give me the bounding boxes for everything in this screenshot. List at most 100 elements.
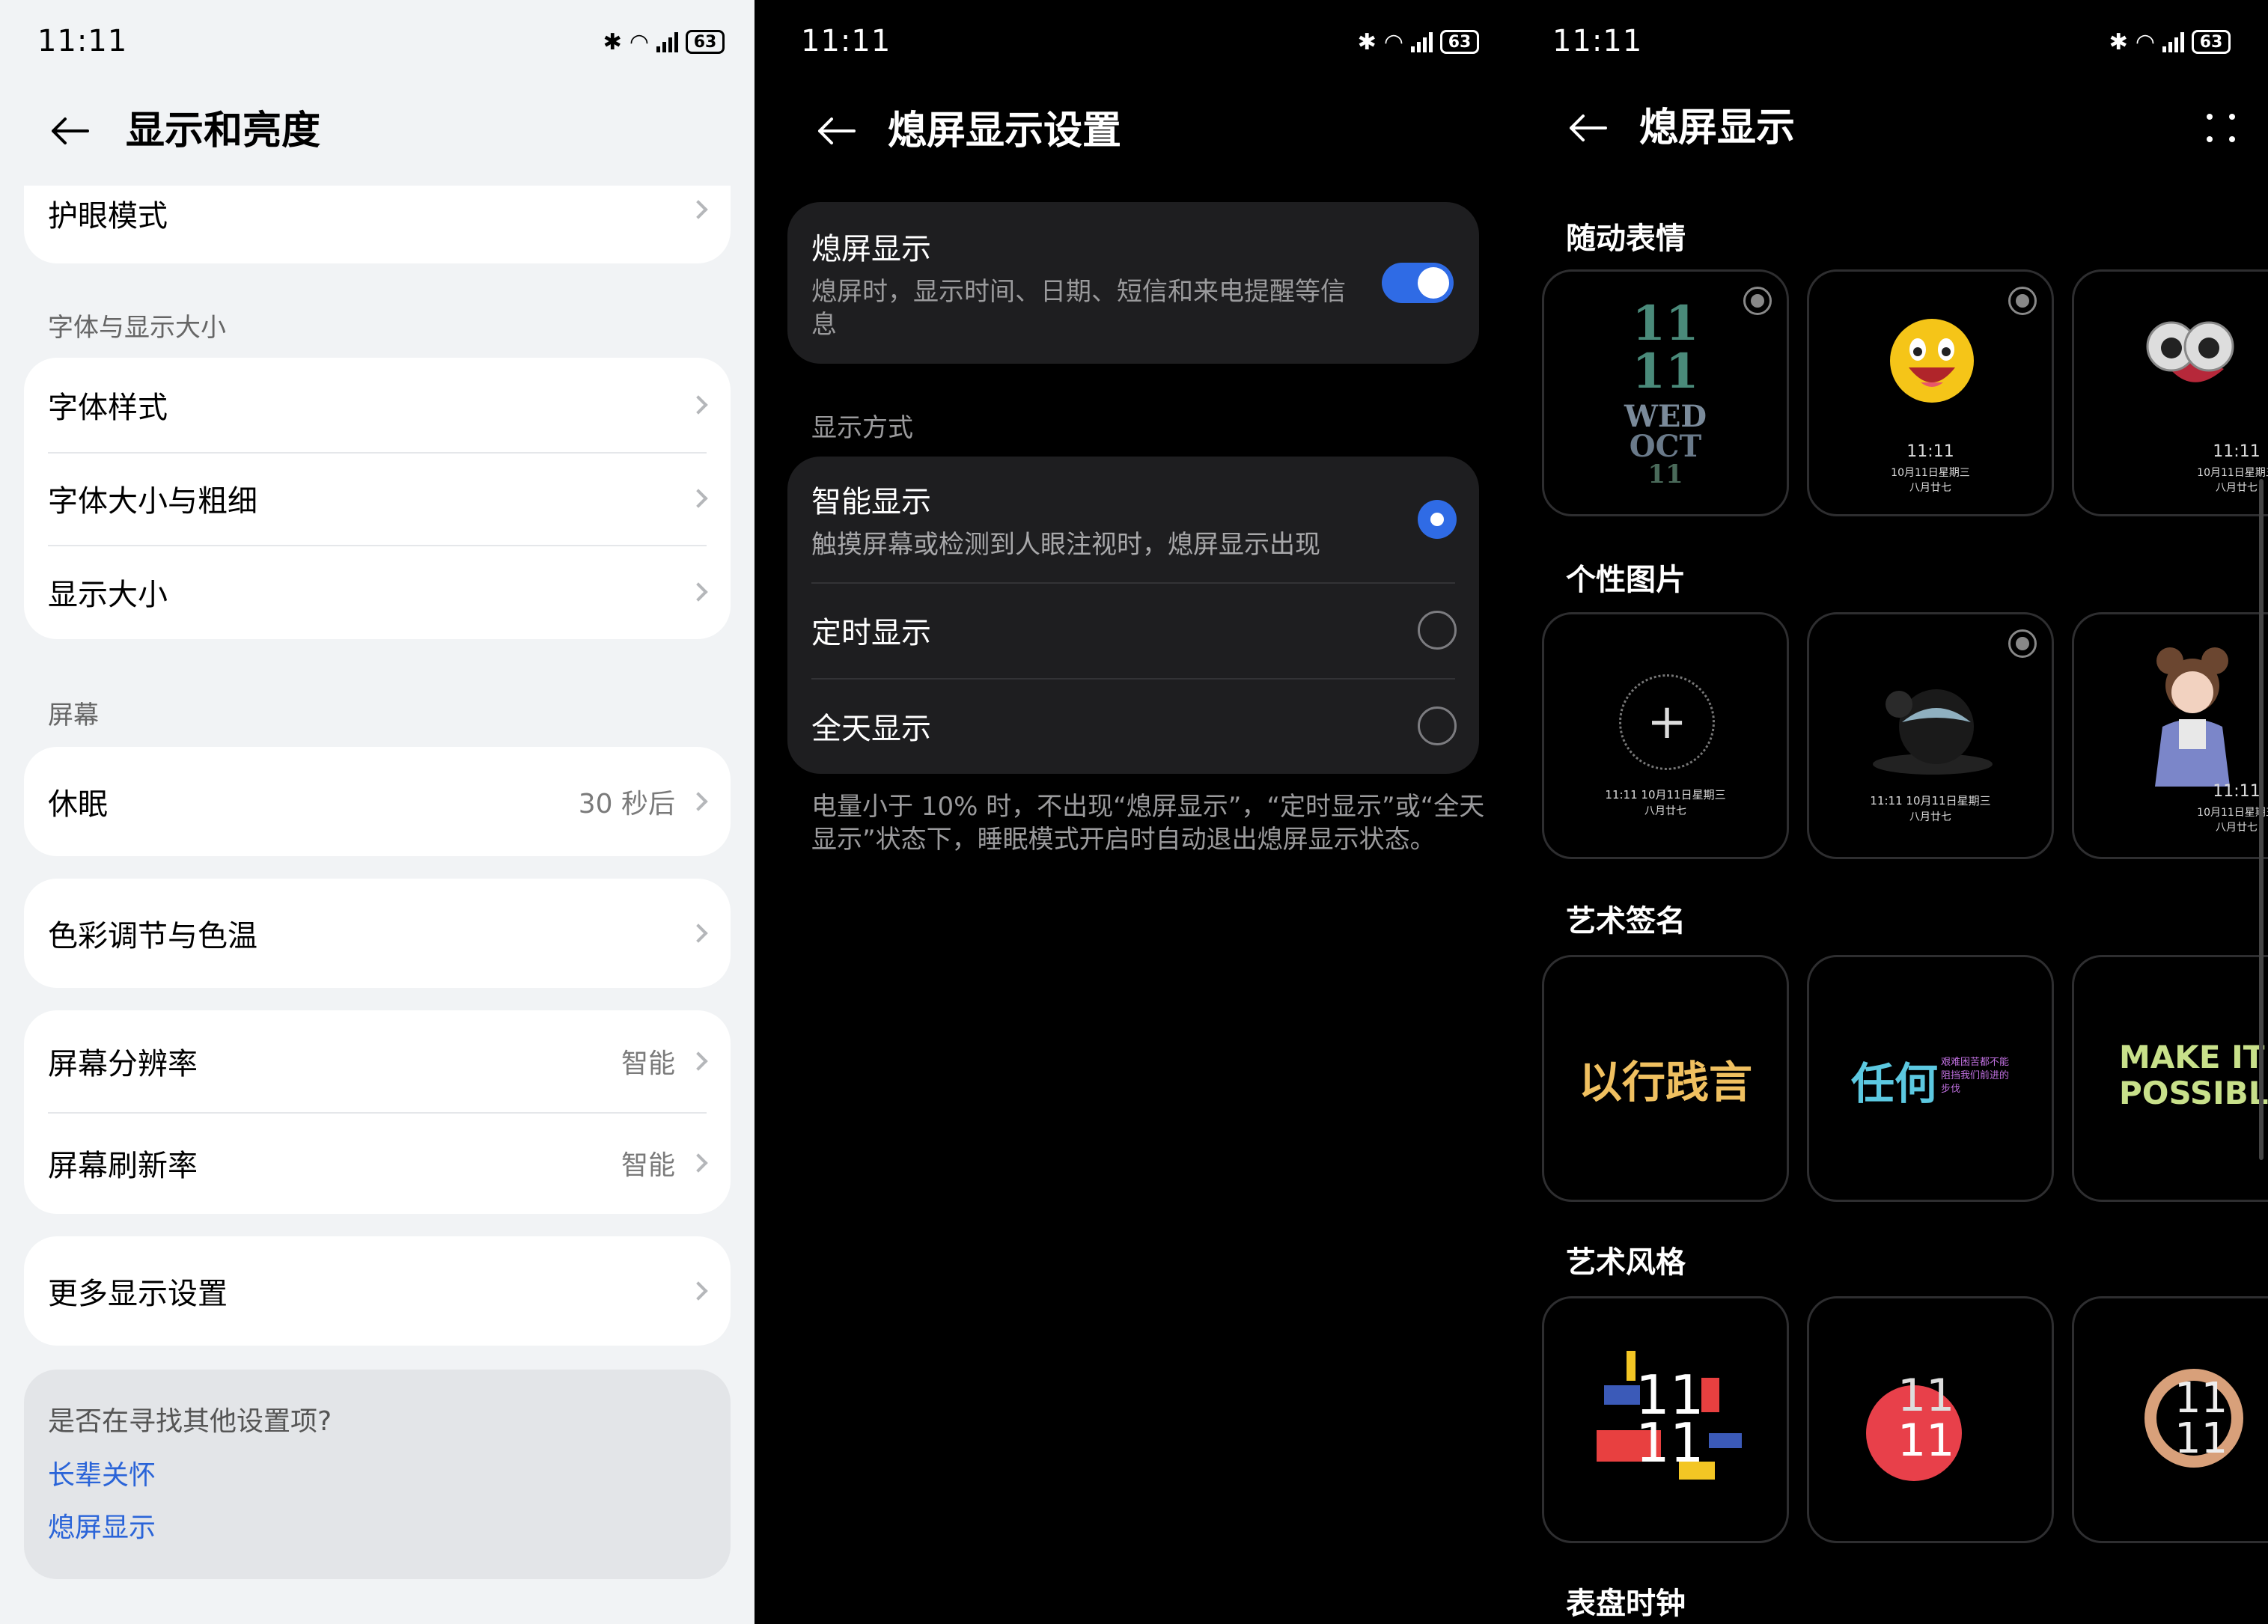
page-title: 显示和亮度 [126, 109, 321, 153]
animated-badge-icon [2008, 287, 2037, 315]
battery-icon: 63 [686, 30, 725, 54]
sleep-label: 休眠 [48, 787, 108, 822]
tile-hour: 11 [1632, 296, 1699, 352]
mode-smart-desc: 触摸屏幕或检测到人眼注视时，熄屏显示出现 [811, 530, 1320, 560]
mode-scheduled-radio[interactable] [1418, 611, 1457, 650]
mode-allday[interactable]: 全天显示 [787, 678, 1479, 774]
mode-smart[interactable]: 智能显示 触摸屏幕或检测到人眼注视时，熄屏显示出现 [787, 457, 1479, 582]
more-options-icon[interactable] [2204, 111, 2238, 145]
resolution-label: 屏幕分辨率 [48, 1047, 198, 1081]
aod-toggle-desc: 熄屏时，显示时间、日期、短信和来电提醒等信息 [811, 277, 1346, 340]
style-tile-avatar-image[interactable]: 11:11 10月11日星期三 八月廿七 [2072, 612, 2268, 859]
back-button[interactable] [810, 105, 862, 157]
style-tile-planet-image[interactable]: 11:11 10月11日星期三 八月廿七 [1807, 612, 2054, 859]
mode-smart-radio[interactable] [1418, 500, 1457, 539]
aod-styles-screen: 11:11 ✱ ◠ 63 熄屏显示 随动表情 11 11 WED OCT 11 … [1506, 0, 2268, 1624]
color-temperature-item[interactable]: 色彩调节与色温 [24, 879, 731, 988]
bluetooth-icon: ✱ [603, 28, 622, 55]
aod-toggle-card: 熄屏显示 熄屏时，显示时间、日期、短信和来电提醒等信息 [787, 202, 1479, 364]
refresh-rate-value: 智能 [621, 1150, 675, 1181]
more-card: 更多显示设置 [24, 1236, 731, 1346]
style-tile-googly-eyes[interactable]: 11:11 10月11日星期三 八月廿七 [2072, 269, 2268, 516]
back-button[interactable] [43, 105, 96, 157]
planet-image [1873, 689, 1993, 775]
status-time: 11:11 [801, 24, 891, 58]
section-screen: 屏幕 [48, 700, 99, 730]
signature-line-b: POSSIBLE [2119, 1075, 2268, 1111]
ring-minute-text: 11 [2174, 1414, 2228, 1463]
tile-clock-text: 11:11 [2213, 782, 2261, 801]
page-title: 熄屏显示 [1639, 106, 1796, 150]
tile-month: OCT [1629, 429, 1702, 464]
eye-comfort-label: 护眼模式 [48, 199, 168, 233]
tile-day: 11 [1647, 460, 1683, 489]
gold-ring-clock-art: 11 11 [2144, 1369, 2243, 1468]
mode-scheduled-label: 定时显示 [811, 616, 931, 650]
style-tile-signature-1[interactable]: 以行践言 [1542, 955, 1789, 1202]
refresh-rate-label: 屏幕刷新率 [48, 1149, 198, 1183]
tile-clock-text: 11:11 [2213, 442, 2261, 461]
section-font-display: 字体与显示大小 [48, 313, 226, 343]
refresh-rate-item[interactable]: 屏幕刷新率 智能 [24, 1112, 731, 1214]
signal-icon [2162, 31, 2184, 52]
battery-icon: 63 [1440, 30, 1479, 54]
display-size-item[interactable]: 显示大小 [24, 545, 731, 639]
chevron-right-icon [689, 200, 708, 219]
section-display-mode: 显示方式 [811, 413, 913, 443]
style-tile-ring[interactable]: 11 11 [2072, 1296, 2268, 1543]
signature-subtext-2: 艰难困苦都不能阻挡我们前进的步伐 [1941, 1057, 2010, 1095]
tile-lunar-text: 八月廿七 [1644, 805, 1686, 817]
tile-time-date: 11:11 10月11日星期三 [1605, 788, 1726, 802]
tile-date-text: 10月11日星期三 [2197, 807, 2268, 819]
display-size-label: 显示大小 [48, 578, 168, 612]
aod-note: 电量小于 10% 时，不出现“熄屏显示”，“定时显示”或“全天显示”状态下，睡眠… [811, 792, 1485, 855]
emoji-face-icon [1890, 319, 1974, 403]
tile-lunar-text: 八月廿七 [1909, 482, 1951, 494]
bluetooth-icon: ✱ [2109, 28, 2128, 55]
status-time: 11:11 [1552, 24, 1643, 58]
page-title: 熄屏显示设置 [888, 109, 1122, 153]
mode-scheduled[interactable]: 定时显示 [787, 582, 1479, 678]
display-brightness-screen: 11:11 ✱ ◠ 63 显示和亮度 护眼模式 字体与显示大小 字体样式 字体大… [0, 0, 755, 1624]
category-art-style: 艺术风格 [1566, 1245, 1686, 1280]
tile-clock-text: 11:11 [1906, 442, 1954, 461]
category-animated-emoji: 随动表情 [1566, 222, 1686, 256]
font-size-weight-item[interactable]: 字体大小与粗细 [24, 452, 731, 545]
font-style-item[interactable]: 字体样式 [24, 358, 731, 452]
style-tile-signature-3[interactable]: MAKE IT POSSIBLE [2072, 955, 2268, 1202]
tile-lunar-text: 八月廿七 [2216, 822, 2258, 834]
display-mode-card: 智能显示 触摸屏幕或检测到人眼注视时，熄屏显示出现 定时显示 全天显示 [787, 457, 1479, 774]
style-tile-signature-2[interactable]: 任何 艰难困苦都不能阻挡我们前进的步伐 [1807, 955, 2054, 1202]
style-tile-red-circle[interactable]: 11 11 [1807, 1296, 2054, 1543]
chevron-right-icon [689, 395, 708, 415]
sleep-item[interactable]: 休眠 30 秒后 [24, 747, 731, 856]
tile-date-text: 10月11日星期三 [2197, 467, 2268, 479]
category-art-signature: 艺术签名 [1566, 904, 1686, 938]
chevron-right-icon [689, 582, 708, 602]
tile-minute: 11 [1632, 344, 1699, 400]
chevron-right-icon [689, 924, 708, 943]
chevron-right-icon [689, 1281, 708, 1301]
eye-comfort-item[interactable]: 护眼模式 [24, 186, 731, 233]
mode-allday-radio[interactable] [1418, 706, 1457, 745]
resolution-item[interactable]: 屏幕分辨率 智能 [24, 1010, 731, 1112]
animated-badge-icon [2008, 629, 2037, 658]
aod-toggle-item[interactable]: 熄屏显示 熄屏时，显示时间、日期、短信和来电提醒等信息 [787, 202, 1479, 364]
resolution-value: 智能 [621, 1048, 675, 1079]
more-display-settings-item[interactable]: 更多显示设置 [24, 1236, 731, 1346]
vertical-scrollbar[interactable] [2259, 479, 2264, 1160]
elder-care-link[interactable]: 长辈关怀 [48, 1453, 156, 1492]
back-arrow-icon [52, 117, 89, 144]
style-tile-glitch-clock[interactable]: 11 11 WED OCT 11 [1542, 269, 1789, 516]
aod-link[interactable]: 熄屏显示 [48, 1506, 156, 1545]
back-button[interactable] [1561, 102, 1614, 154]
aod-settings-screen: 11:11 ✱ ◠ 63 熄屏显示设置 熄屏显示 熄屏时，显示时间、日期、短信和… [755, 0, 1506, 1624]
color-card: 色彩调节与色温 [24, 879, 731, 988]
wifi-icon: ◠ [2135, 28, 2155, 55]
aod-toggle-switch[interactable] [1382, 263, 1454, 303]
style-tile-add-image[interactable]: + 11:11 10月11日星期三 八月廿七 [1542, 612, 1789, 859]
tile-weekday: WED [1624, 399, 1707, 434]
tile-lunar-text: 八月廿七 [1909, 811, 1951, 823]
style-tile-bauhaus[interactable]: 11 11 [1542, 1296, 1789, 1543]
style-tile-emoji-face[interactable]: 11:11 10月11日星期三 八月廿七 [1807, 269, 2054, 516]
